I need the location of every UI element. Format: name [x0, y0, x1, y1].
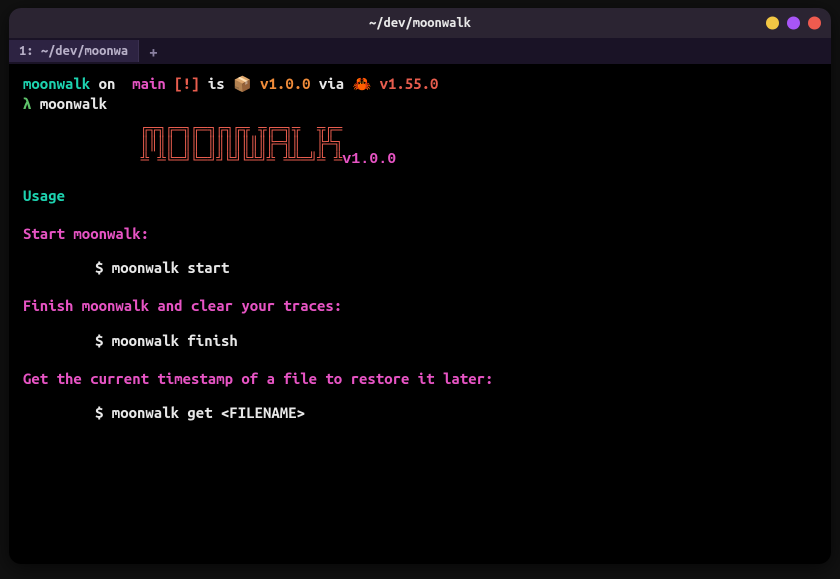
terminal-body[interactable]: moonwalk on main [!] is 📦 v1.0.0 via 🦀 v…	[9, 64, 831, 433]
minimize-button[interactable]	[766, 17, 779, 30]
prompt-version1: v1.0.0	[252, 75, 319, 92]
add-tab-button[interactable]: +	[139, 43, 167, 60]
usage-desc-3: Get the current timestamp of a file to r…	[23, 369, 817, 389]
prompt-line-2: λ moonwalk	[23, 94, 817, 114]
ascii-version: v1.0.0	[342, 151, 396, 168]
prompt-flags: [!]	[174, 75, 199, 92]
prompt-branch: main	[124, 75, 174, 92]
package-icon: 📦	[233, 75, 252, 92]
usage-heading: Usage	[23, 186, 817, 206]
ascii-banner: ╔╦╗╔═╗╔═╗╔╗╔╦ ╦╔═╗╦ ╦╔═ ║║║║ ║║ ║║║║║║║╠…	[23, 123, 817, 168]
tab-bar: 1: ~/dev/moonwa +	[9, 38, 831, 64]
prompt-is: is	[199, 75, 233, 92]
window-title: ~/dev/moonwalk	[369, 16, 471, 30]
prompt-on: on	[90, 75, 124, 92]
ascii-art-text: ╔╦╗╔═╗╔═╗╔╗╔╦ ╦╔═╗╦ ╦╔═ ║║║║ ║║ ║║║║║║║╠…	[23, 122, 342, 168]
usage-cmd-1: $ moonwalk start	[23, 258, 817, 278]
typed-command: moonwalk	[40, 95, 107, 112]
usage-desc-2: Finish moonwalk and clear your traces:	[23, 296, 817, 316]
prompt-version2: v1.55.0	[371, 75, 438, 92]
ascii-banner-wrap: ╔╦╗╔═╗╔═╗╔╗╔╦ ╦╔═╗╦ ╦╔═ ║║║║ ║║ ║║║║║║║╠…	[23, 123, 817, 168]
close-button[interactable]	[808, 17, 821, 30]
prompt-line-1: moonwalk on main [!] is 📦 v1.0.0 via 🦀 v…	[23, 74, 817, 94]
usage-desc-1: Start moonwalk:	[23, 224, 817, 244]
tab-1[interactable]: 1: ~/dev/moonwa	[9, 40, 139, 62]
usage-section: Usage Start moonwalk: $ moonwalk start F…	[23, 186, 817, 424]
window-controls	[766, 17, 821, 30]
crab-icon: 🦀	[353, 75, 372, 92]
usage-cmd-2: $ moonwalk finish	[23, 331, 817, 351]
prompt-lambda: λ	[23, 95, 40, 112]
prompt-via: via	[319, 75, 353, 92]
usage-cmd-3: $ moonwalk get <FILENAME>	[23, 403, 817, 423]
prompt-project: moonwalk	[23, 75, 90, 92]
maximize-button[interactable]	[787, 17, 800, 30]
terminal-window: ~/dev/moonwalk 1: ~/dev/moonwa + moonwal…	[9, 8, 831, 564]
titlebar: ~/dev/moonwalk	[9, 8, 831, 38]
